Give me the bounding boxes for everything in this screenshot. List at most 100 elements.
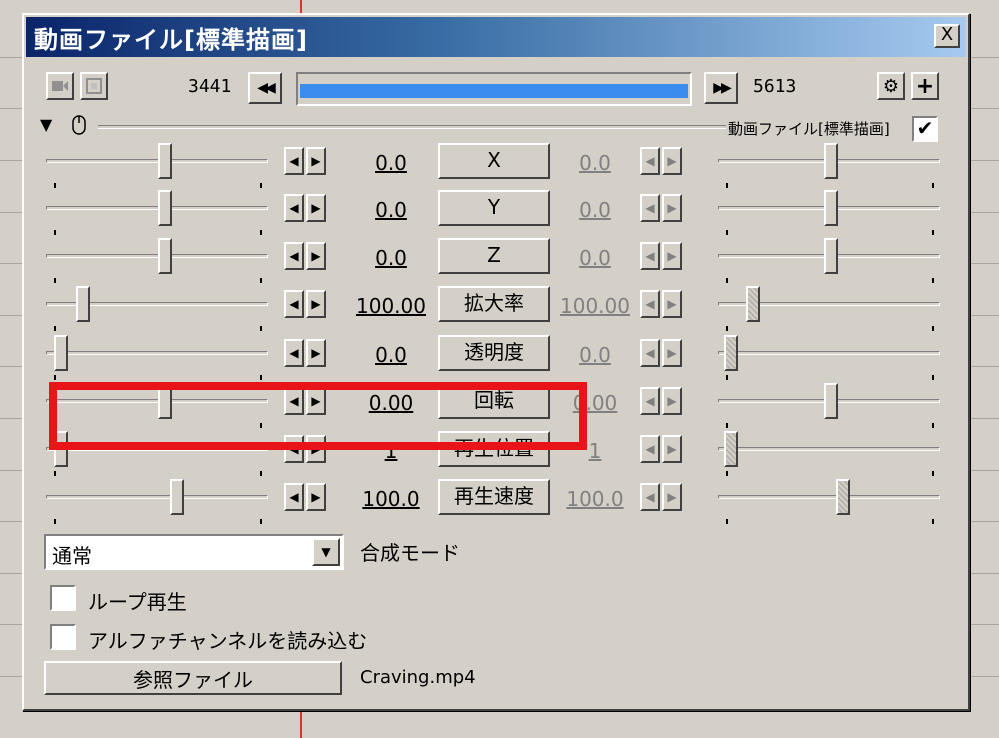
left-slider-track[interactable] bbox=[46, 159, 268, 163]
increment-button[interactable]: ▶ bbox=[306, 242, 326, 270]
start-value[interactable]: 0.0 bbox=[356, 198, 426, 222]
blend-mode-label: 合成モード bbox=[360, 541, 460, 565]
end-increment-button[interactable]: ▶ bbox=[662, 147, 682, 175]
right-slider-track[interactable] bbox=[718, 447, 940, 451]
end-increment-button[interactable]: ▶ bbox=[662, 242, 682, 270]
increment-button[interactable]: ▶ bbox=[306, 483, 326, 511]
left-slider-track[interactable] bbox=[46, 206, 268, 210]
end-value[interactable]: 0.0 bbox=[560, 343, 630, 367]
end-decrement-button[interactable]: ◀ bbox=[640, 435, 660, 463]
end-decrement-button[interactable]: ◀ bbox=[640, 194, 660, 222]
tick-mark bbox=[932, 326, 934, 331]
decrement-button[interactable]: ◀ bbox=[284, 483, 304, 511]
end-decrement-button[interactable]: ◀ bbox=[640, 483, 660, 511]
start-value[interactable]: 0.0 bbox=[356, 246, 426, 270]
right-slider-thumb[interactable] bbox=[746, 286, 760, 322]
header-divider bbox=[98, 125, 726, 129]
end-increment-button[interactable]: ▶ bbox=[662, 194, 682, 222]
increment-button[interactable]: ▶ bbox=[306, 147, 326, 175]
right-slider-thumb[interactable] bbox=[824, 190, 838, 226]
end-increment-button[interactable]: ▶ bbox=[662, 483, 682, 511]
prev-frame-button[interactable]: ◀◀ bbox=[248, 72, 282, 104]
increment-button[interactable]: ▶ bbox=[306, 194, 326, 222]
left-slider-thumb[interactable] bbox=[76, 286, 90, 322]
end-value[interactable]: 0.0 bbox=[560, 198, 630, 222]
tick-mark bbox=[932, 183, 934, 188]
param-button-x[interactable]: X bbox=[438, 143, 550, 179]
add-filter-button[interactable]: + bbox=[911, 72, 939, 100]
end-decrement-button[interactable]: ◀ bbox=[640, 387, 660, 415]
right-slider-thumb[interactable] bbox=[836, 479, 850, 515]
param-button-playback-speed[interactable]: 再生速度 bbox=[438, 479, 550, 515]
right-slider-track[interactable] bbox=[718, 351, 940, 355]
end-decrement-button[interactable]: ◀ bbox=[640, 290, 660, 318]
param-button-opacity[interactable]: 透明度 bbox=[438, 335, 550, 371]
load-alpha-label: アルファチャンネルを読み込む bbox=[88, 629, 368, 653]
start-value[interactable]: 0.0 bbox=[356, 151, 426, 175]
param-button-z[interactable]: Z bbox=[438, 238, 550, 274]
object-name: 動画ファイル[標準描画] bbox=[728, 120, 890, 138]
grid-icon[interactable] bbox=[80, 72, 108, 100]
right-slider-thumb[interactable] bbox=[824, 143, 838, 179]
increment-button[interactable]: ▶ bbox=[306, 339, 326, 367]
param-button-y[interactable]: Y bbox=[438, 190, 550, 226]
right-slider-thumb[interactable] bbox=[824, 238, 838, 274]
next-frame-button[interactable]: ▶▶ bbox=[704, 72, 738, 104]
decrement-button[interactable]: ◀ bbox=[284, 242, 304, 270]
left-slider-track[interactable] bbox=[46, 254, 268, 258]
left-slider-track[interactable] bbox=[46, 351, 268, 355]
right-slider-thumb[interactable] bbox=[724, 335, 738, 371]
left-slider-thumb[interactable] bbox=[170, 479, 184, 515]
title-bar[interactable]: 動画ファイル[標準描画] X bbox=[26, 17, 966, 57]
camera-icon[interactable] bbox=[46, 72, 74, 100]
left-slider-track[interactable] bbox=[46, 495, 268, 499]
decrement-button[interactable]: ◀ bbox=[284, 339, 304, 367]
object-enabled-checkbox[interactable]: ✔ bbox=[912, 116, 938, 142]
end-value[interactable]: 100.00 bbox=[560, 294, 630, 318]
loop-playback-checkbox[interactable] bbox=[50, 585, 76, 611]
left-slider-thumb[interactable] bbox=[158, 143, 172, 179]
end-value[interactable]: 0.0 bbox=[560, 246, 630, 270]
tick-mark bbox=[260, 471, 262, 476]
decrement-button[interactable]: ◀ bbox=[284, 194, 304, 222]
end-decrement-button[interactable]: ◀ bbox=[640, 147, 660, 175]
collapse-icon[interactable]: ▼ bbox=[40, 115, 52, 134]
left-slider-thumb[interactable] bbox=[158, 238, 172, 274]
end-frame: 5613 bbox=[753, 76, 797, 97]
end-increment-button[interactable]: ▶ bbox=[662, 290, 682, 318]
tick-mark bbox=[932, 471, 934, 476]
increment-button[interactable]: ▶ bbox=[306, 290, 326, 318]
left-slider-thumb[interactable] bbox=[158, 190, 172, 226]
decrement-button[interactable]: ◀ bbox=[284, 290, 304, 318]
end-decrement-button[interactable]: ◀ bbox=[640, 242, 660, 270]
start-value[interactable]: 100.00 bbox=[356, 294, 426, 318]
rotation-row-highlight bbox=[49, 382, 587, 450]
param-button-scale[interactable]: 拡大率 bbox=[438, 286, 550, 322]
frame-progress-bar[interactable] bbox=[296, 72, 692, 106]
end-decrement-button[interactable]: ◀ bbox=[640, 339, 660, 367]
tick-mark bbox=[932, 230, 934, 235]
end-increment-button[interactable]: ▶ bbox=[662, 339, 682, 367]
right-slider-thumb[interactable] bbox=[724, 431, 738, 467]
tick-mark bbox=[932, 423, 934, 428]
browse-file-button[interactable]: 参照ファイル bbox=[44, 661, 342, 695]
mouse-icon bbox=[72, 115, 86, 135]
right-slider-thumb[interactable] bbox=[824, 383, 838, 419]
right-slider-track[interactable] bbox=[718, 495, 940, 499]
object-settings-dialog: 動画ファイル[標準描画] X 3441 ◀◀ ▶▶ 5613 ⚙ + ▼ 動画フ… bbox=[22, 13, 970, 711]
left-slider-thumb[interactable] bbox=[54, 335, 68, 371]
start-value[interactable]: 100.0 bbox=[356, 487, 426, 511]
dropdown-arrow-icon[interactable]: ▼ bbox=[312, 538, 340, 566]
close-button[interactable]: X bbox=[934, 24, 960, 48]
settings-icon[interactable]: ⚙ bbox=[877, 72, 905, 100]
end-increment-button[interactable]: ▶ bbox=[662, 435, 682, 463]
tick-mark bbox=[726, 230, 728, 235]
decrement-button[interactable]: ◀ bbox=[284, 147, 304, 175]
end-value[interactable]: 0.0 bbox=[560, 151, 630, 175]
start-value[interactable]: 0.0 bbox=[356, 343, 426, 367]
tick-mark bbox=[260, 230, 262, 235]
end-increment-button[interactable]: ▶ bbox=[662, 387, 682, 415]
blend-mode-select[interactable]: 通常 ▼ bbox=[44, 534, 344, 570]
end-value[interactable]: 100.0 bbox=[560, 487, 630, 511]
load-alpha-checkbox[interactable] bbox=[50, 624, 76, 650]
